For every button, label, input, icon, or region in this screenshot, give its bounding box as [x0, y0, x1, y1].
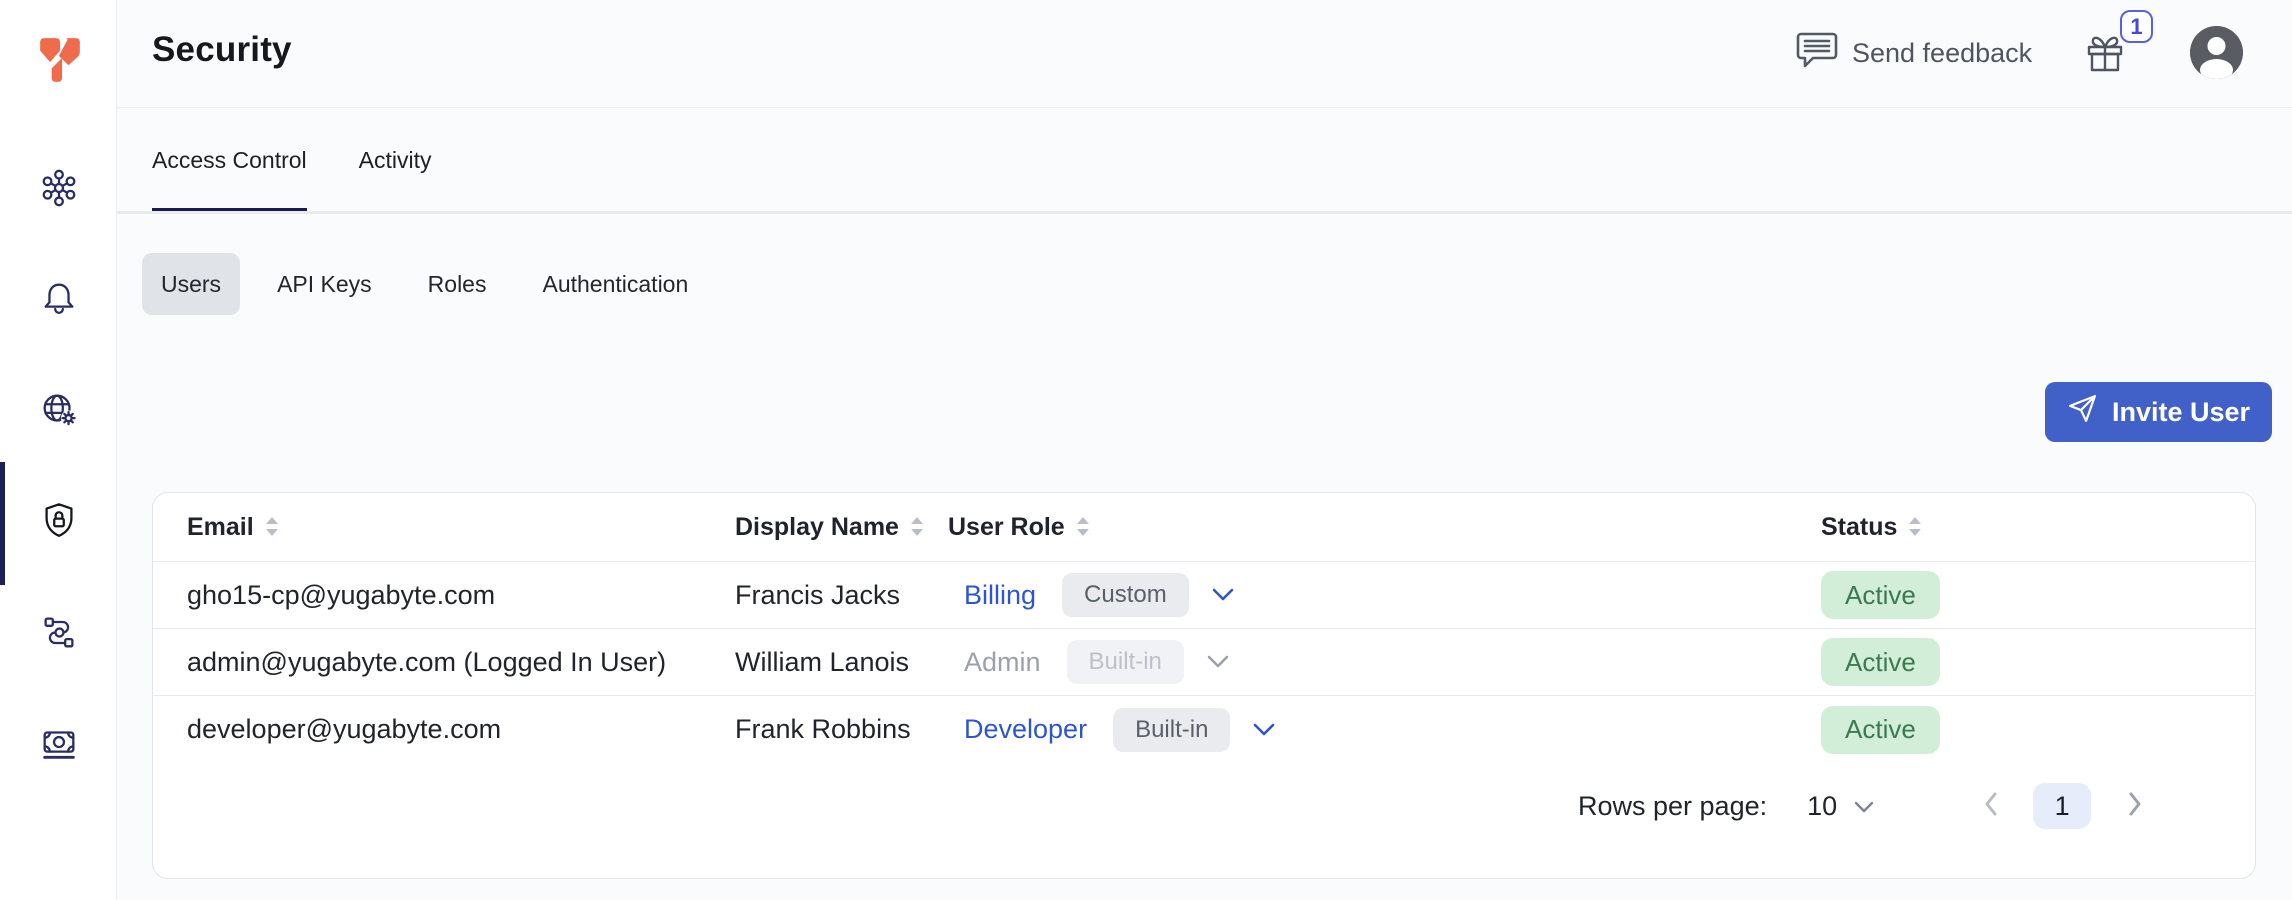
- user-email: gho15-cp@yugabyte.com: [187, 580, 735, 611]
- column-header-display-name[interactable]: Display Name: [735, 513, 948, 542]
- subtab-users[interactable]: Users: [142, 253, 240, 315]
- banknote-icon: [38, 722, 80, 769]
- chevron-down-icon[interactable]: [1211, 587, 1235, 603]
- rows-per-page-select[interactable]: 10: [1807, 791, 1875, 822]
- column-header-email[interactable]: Email: [187, 513, 735, 542]
- status-badge: Active: [1821, 638, 1940, 686]
- user-role-value[interactable]: Billing: [964, 580, 1036, 611]
- sidebar-item-network[interactable]: [37, 390, 81, 434]
- user-email: admin@yugabyte.com (Logged In User): [187, 647, 735, 678]
- chevron-left-icon: [1983, 791, 1999, 822]
- subtab-users-label: Users: [161, 271, 221, 298]
- role-type-chip: Custom: [1062, 573, 1189, 617]
- tab-access-control[interactable]: Access Control: [152, 107, 307, 214]
- user-email: developer@yugabyte.com: [187, 714, 735, 745]
- user-role-value[interactable]: Developer: [964, 714, 1087, 745]
- sidebar-item-security[interactable]: [37, 501, 81, 545]
- user-role-select[interactable]: Billing Custom: [948, 573, 1821, 617]
- tabs-divider: [117, 211, 2292, 214]
- user-role-select[interactable]: Developer Built-in: [948, 708, 1821, 752]
- invite-user-label: Invite User: [2112, 397, 2250, 428]
- bell-icon: [38, 278, 80, 325]
- chevron-down-icon: [1206, 654, 1230, 670]
- table-header-row: Email Display Name User Role Status: [153, 493, 2255, 562]
- cluster-hub-icon: [38, 167, 80, 214]
- next-page-button[interactable]: [2127, 791, 2143, 822]
- column-header-status-label: Status: [1821, 513, 1897, 542]
- rows-per-page-value: 10: [1807, 791, 1837, 822]
- column-header-status[interactable]: Status: [1821, 513, 2255, 542]
- sidebar-item-clusters[interactable]: [37, 168, 81, 212]
- chevron-right-icon: [2127, 791, 2143, 822]
- sidebar: [0, 0, 117, 900]
- user-display-name: Francis Jacks: [735, 580, 948, 611]
- sort-icon: [264, 516, 280, 538]
- paper-plane-icon: [2067, 393, 2098, 431]
- user-display-name: Frank Robbins: [735, 714, 948, 745]
- subtab-api-keys[interactable]: API Keys: [258, 253, 391, 315]
- sidebar-item-billing[interactable]: [37, 723, 81, 767]
- avatar-button[interactable]: [2190, 26, 2243, 79]
- table-row: developer@yugabyte.com Frank Robbins Dev…: [153, 696, 2255, 763]
- previous-page-button[interactable]: [1983, 791, 1999, 822]
- yugabyte-logo-icon[interactable]: [36, 36, 84, 84]
- user-role-select-disabled: Admin Built-in: [948, 640, 1821, 684]
- tab-bar: Access Control Activity: [152, 107, 432, 214]
- flow-icon: [38, 611, 80, 658]
- table-row: gho15-cp@yugabyte.com Francis Jacks Bill…: [153, 562, 2255, 629]
- sidebar-item-alerts[interactable]: [37, 279, 81, 323]
- column-header-user-role-label: User Role: [948, 513, 1065, 542]
- subtab-roles[interactable]: Roles: [409, 253, 506, 315]
- gift-icon: [2082, 63, 2128, 80]
- globe-gear-icon: [38, 389, 80, 436]
- feedback-bubble-icon: [1796, 30, 1838, 77]
- pagination: Rows per page: 10 1: [1578, 780, 2143, 832]
- tab-activity-label: Activity: [359, 147, 432, 174]
- subtab-authentication-label: Authentication: [542, 271, 688, 298]
- chevron-down-icon: [1853, 791, 1875, 822]
- status-badge: Active: [1821, 571, 1940, 619]
- shield-lock-icon: [38, 500, 80, 547]
- chevron-down-icon[interactable]: [1252, 722, 1276, 738]
- page-title: Security: [152, 30, 292, 70]
- invite-user-button[interactable]: Invite User: [2045, 382, 2272, 442]
- subtab-bar: Users API Keys Roles Authentication: [142, 253, 707, 315]
- sort-icon: [1075, 516, 1091, 538]
- tab-access-control-label: Access Control: [152, 147, 307, 174]
- role-type-chip: Built-in: [1067, 640, 1184, 684]
- column-header-display-name-label: Display Name: [735, 513, 899, 542]
- column-header-user-role[interactable]: User Role: [948, 513, 1821, 542]
- page-number-button[interactable]: 1: [2033, 783, 2091, 829]
- sidebar-nav: [0, 168, 117, 767]
- user-role-value: Admin: [964, 647, 1041, 678]
- subtab-api-keys-label: API Keys: [277, 271, 372, 298]
- user-display-name: William Lanois: [735, 647, 948, 678]
- subtab-authentication[interactable]: Authentication: [523, 253, 707, 315]
- table-row: admin@yugabyte.com (Logged In User) Will…: [153, 629, 2255, 696]
- sort-icon: [1907, 516, 1923, 538]
- column-header-email-label: Email: [187, 513, 254, 542]
- subtab-roles-label: Roles: [428, 271, 487, 298]
- send-feedback-label: Send feedback: [1852, 38, 2032, 69]
- status-badge: Active: [1821, 706, 1940, 754]
- send-feedback-button[interactable]: Send feedback: [1796, 30, 2032, 77]
- header-divider: [117, 107, 2292, 108]
- sidebar-item-integrations[interactable]: [37, 612, 81, 656]
- role-type-chip: Built-in: [1113, 708, 1230, 752]
- tab-activity[interactable]: Activity: [359, 107, 432, 214]
- gift-badge: 1: [2120, 10, 2153, 43]
- sort-icon: [909, 516, 925, 538]
- rows-per-page-label: Rows per page:: [1578, 791, 1767, 822]
